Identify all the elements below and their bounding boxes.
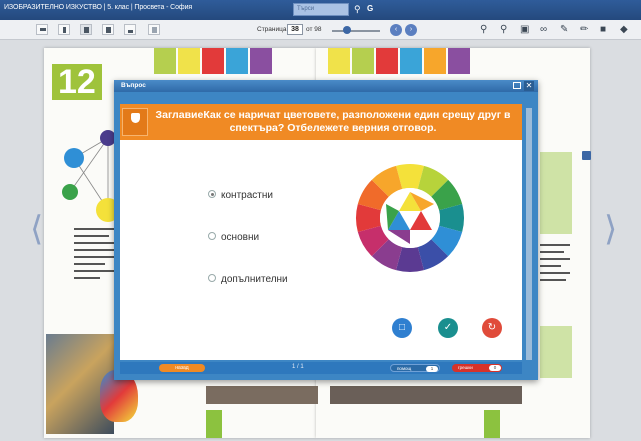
option-label: контрастни <box>221 190 273 201</box>
chapter-tab[interactable] <box>400 48 422 74</box>
close-icon[interactable]: ✕ <box>524 81 534 91</box>
left-text-block <box>74 228 118 284</box>
lesson-number: 12 <box>52 64 102 100</box>
quiz-logo-icon <box>122 108 148 136</box>
right-info-block <box>540 152 572 234</box>
title-bar: ИЗОБРАЗИТЕЛНО ИЗКУСТВО | 5. клас | Просв… <box>0 0 641 20</box>
save-icon[interactable]: ■ <box>600 24 606 35</box>
hint-count: 1 <box>426 366 438 372</box>
select-icon[interactable]: ▣ <box>520 24 529 35</box>
color-wheel-image <box>356 164 464 272</box>
question-dialog: Въпрос ✕ ЗаглавиеКак се наричат цветовет… <box>114 80 538 380</box>
view-thumbnails-button[interactable] <box>36 24 48 35</box>
view-single-page-button[interactable] <box>58 24 70 35</box>
errors-count: 0 <box>489 365 501 371</box>
bookmark-icon[interactable] <box>582 151 591 160</box>
chapter-tab[interactable] <box>250 48 272 74</box>
zoom-out-icon[interactable]: ⚲ <box>500 24 507 35</box>
next-page-button[interactable]: › <box>405 24 417 36</box>
dialog-title: Въпрос <box>121 82 146 89</box>
dialog-header: Въпрос ✕ <box>114 80 538 92</box>
errors-label: грешки <box>458 365 473 370</box>
question-text: ЗаглавиеКак се наричат цветовете, разпол… <box>155 109 511 134</box>
option-label: допълнителни <box>221 274 288 285</box>
search-input[interactable]: Търси <box>293 3 349 16</box>
answer-option-3[interactable]: допълнителни <box>208 274 288 285</box>
left-page-number-tag <box>206 410 222 438</box>
chapter-tab[interactable] <box>424 48 446 74</box>
answer-option-1[interactable]: контрастни <box>208 190 273 201</box>
eraser-icon[interactable]: ◆ <box>620 24 628 35</box>
view-image-button[interactable] <box>124 24 136 35</box>
radio-icon[interactable] <box>208 274 216 283</box>
right-text-block <box>540 244 570 286</box>
key-icon[interactable]: ✓ <box>438 318 458 338</box>
dialog-scrollbar[interactable] <box>526 108 532 360</box>
view-text-button[interactable] <box>102 24 114 35</box>
prev-page-button[interactable]: ‹ <box>390 24 402 36</box>
zoom-slider-thumb[interactable] <box>343 26 351 34</box>
lock-icon[interactable]: □ <box>392 318 412 338</box>
view-double-page-button[interactable] <box>80 24 92 35</box>
left-page-strip <box>206 386 318 404</box>
right-page-number-tag <box>484 410 500 438</box>
radio-selected-icon[interactable] <box>208 190 216 199</box>
link-icon[interactable]: ∞ <box>540 24 547 35</box>
chapter-tab[interactable] <box>226 48 248 74</box>
back-button[interactable]: назад <box>159 364 205 372</box>
right-page-strip <box>330 386 522 404</box>
question-page-count: 1 / 1 <box>292 364 304 370</box>
reset-icon[interactable]: ↻ <box>482 318 502 338</box>
chevron-left-icon[interactable]: ⟨ <box>30 212 43 246</box>
chapter-tab[interactable] <box>202 48 224 74</box>
toolbar: Страница 38 от 98 ‹ › ⚲ ⚲ ▣ ∞ ✎ ✏ ■ ◆ <box>0 20 641 40</box>
chapter-tab[interactable] <box>448 48 470 74</box>
question-panel: ЗаглавиеКак се наричат цветовете, разпол… <box>120 104 522 360</box>
app-title: ИЗОБРАЗИТЕЛНО ИЗКУСТВО | 5. клас | Просв… <box>4 4 193 11</box>
chevron-right-icon[interactable]: ⟩ <box>604 212 617 246</box>
pen-icon[interactable]: ✎ <box>560 24 568 35</box>
search-icon[interactable]: ⚲ <box>354 4 361 14</box>
view-fullscreen-button[interactable] <box>148 24 160 35</box>
errors-counter: грешки 0 <box>452 364 502 372</box>
option-label: основни <box>221 232 260 243</box>
hint-label: помощ <box>397 366 412 371</box>
radio-icon[interactable] <box>208 232 216 241</box>
chapter-tab[interactable] <box>328 48 350 74</box>
chapter-tab[interactable] <box>154 48 176 74</box>
minimize-icon[interactable] <box>513 82 521 89</box>
zoom-in-icon[interactable]: ⚲ <box>480 24 487 35</box>
settings-icon[interactable]: G <box>367 4 373 14</box>
dialog-footer: назад 1 / 1 помощ 1 грешки 0 <box>120 362 522 374</box>
right-info-block <box>540 326 572 378</box>
question-bar: ЗаглавиеКак се наричат цветовете, разпол… <box>120 104 522 140</box>
page-total: от 98 <box>306 26 322 33</box>
chapter-tab[interactable] <box>352 48 374 74</box>
hint-counter: помощ 1 <box>390 364 440 372</box>
answer-option-2[interactable]: основни <box>208 232 259 243</box>
chapter-tab[interactable] <box>178 48 200 74</box>
page-label: Страница <box>257 26 287 33</box>
page-number-input[interactable]: 38 <box>287 24 303 35</box>
zoom-slider-track[interactable] <box>332 30 380 32</box>
pencil-icon[interactable]: ✏ <box>580 24 588 35</box>
chapter-tab[interactable] <box>376 48 398 74</box>
